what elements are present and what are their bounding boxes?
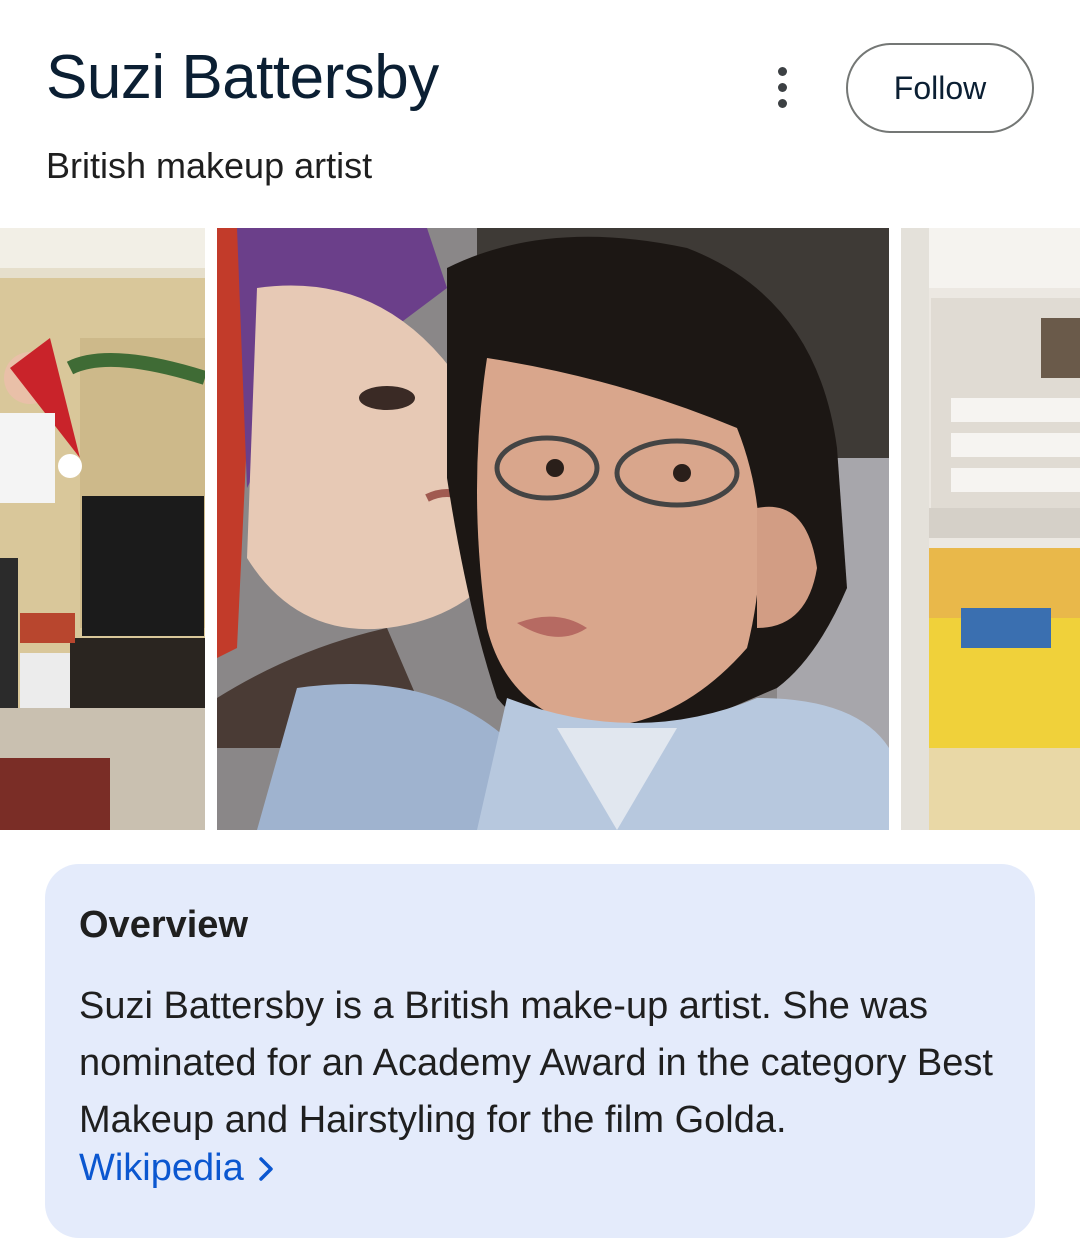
more-options-button[interactable] [760, 62, 804, 112]
more-vert-icon-dot [777, 98, 787, 108]
page-subtitle: British makeup artist [46, 145, 373, 186]
knowledge-panel: Suzi Battersby British makeup artist Fol… [0, 0, 1080, 1249]
overview-description: Suzi Battersby is a British make-up arti… [79, 985, 993, 1141]
image-thumbnail-3[interactable] [901, 228, 1080, 830]
chevron-right-icon [258, 1156, 273, 1181]
overview-card: Overview Suzi Battersby is a British mak… [45, 864, 1035, 1238]
wikipedia-link[interactable]: Wikipedia [79, 1147, 278, 1190]
image-thumbnail-2[interactable] [217, 228, 889, 830]
page-title: Suzi Battersby [46, 43, 439, 112]
image-thumbnail-1[interactable] [0, 228, 205, 830]
image-carousel[interactable] [0, 228, 1080, 830]
more-vert-icon [777, 66, 787, 76]
more-vert-icon-dot [777, 82, 787, 92]
wikipedia-link-label: Wikipedia [79, 1147, 244, 1189]
overview-heading: Overview [79, 904, 248, 946]
follow-button[interactable]: Follow [846, 43, 1034, 133]
